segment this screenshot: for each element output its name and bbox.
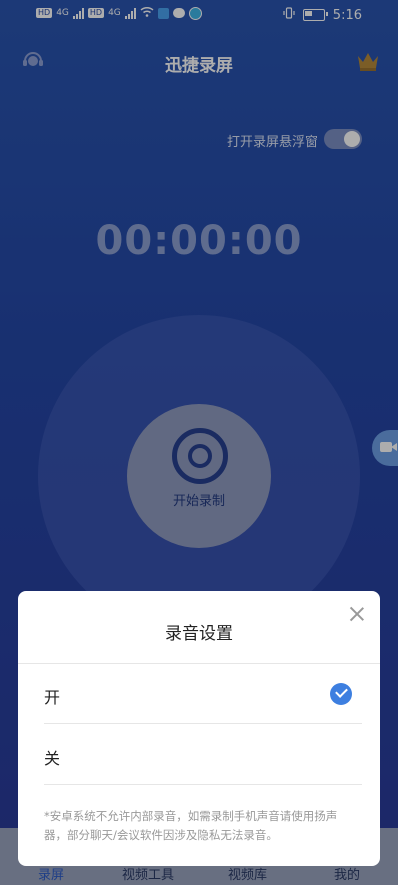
audio-settings-dialog: 录音设置 开 关 *安卓系统不允许内部录音，如需录制手机声音请使用扬声器，部分聊… — [18, 591, 380, 866]
audio-note: *安卓系统不允许内部录音，如需录制手机声音请使用扬声器，部分聊天/会议软件因涉及… — [44, 809, 338, 842]
dialog-title: 录音设置 — [165, 624, 233, 644]
option-off[interactable]: 关 — [18, 725, 380, 785]
option-divider — [44, 784, 362, 785]
option-divider — [44, 723, 362, 724]
option-off-label: 关 — [44, 749, 61, 768]
option-on[interactable]: 开 — [18, 664, 380, 724]
check-icon — [330, 683, 352, 705]
close-icon[interactable] — [348, 605, 366, 623]
option-on-label: 开 — [44, 688, 61, 707]
